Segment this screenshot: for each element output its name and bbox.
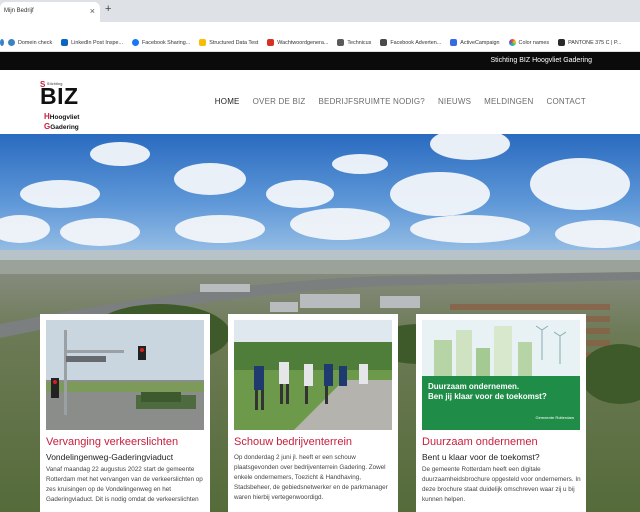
- bookmark-item[interactable]: Facebook Adverten...: [380, 39, 441, 46]
- nav-nieuws[interactable]: NIEUWS: [438, 97, 471, 106]
- new-tab-icon[interactable]: +: [105, 3, 111, 15]
- password-icon: [267, 39, 275, 46]
- bookmark-item[interactable]: Structured Data Test: [199, 39, 258, 46]
- bookmark-item[interactable]: Domein check: [8, 39, 52, 46]
- card-body: De gemeente Rotterdam heeft een digitale…: [422, 466, 581, 503]
- nav-contact[interactable]: CONTACT: [547, 97, 586, 106]
- card-image-traffic-lights[interactable]: [46, 320, 204, 430]
- bookmarks-overflow-icon[interactable]: [0, 39, 4, 46]
- bookmark-item[interactable]: Color names: [508, 39, 549, 46]
- main-nav: HOME OVER DE BIZ BEDRIJFSRUIMTE NODIG? N…: [215, 97, 586, 106]
- site-logo[interactable]: S Stichting BIZ HHoogvliet GGadering: [38, 75, 98, 133]
- card-body: Op donderdag 2 juni jl. heeft er een sch…: [234, 454, 388, 501]
- globe-icon: [8, 39, 15, 46]
- color-names-icon: [508, 39, 516, 46]
- facebook-ads-icon: [380, 39, 388, 46]
- nav-home[interactable]: HOME: [215, 97, 240, 106]
- card-subtitle: Bent u klaar voor de toekomst?: [422, 452, 540, 462]
- linkedin-icon: [61, 39, 69, 46]
- card-title[interactable]: Vervanging verkeerslichten: [46, 436, 178, 448]
- browser-tab[interactable]: Mijn Bedrijf ×: [0, 2, 100, 22]
- bookmark-item[interactable]: Technicus: [337, 39, 371, 46]
- news-card[interactable]: Schouw bedrijventerrein Op donderdag 2 j…: [228, 314, 398, 512]
- nav-meldingen[interactable]: MELDINGEN: [484, 97, 533, 106]
- logo-line-hoogvliet: HHoogvliet: [44, 112, 80, 121]
- close-tab-icon[interactable]: ×: [90, 6, 95, 16]
- card-body: Vanaf maandag 22 augustus 2022 start de …: [46, 466, 203, 503]
- logo-line-gadering: GGadering: [44, 122, 79, 131]
- bookmark-item[interactable]: LinkedIn Post Inspe...: [61, 39, 123, 46]
- pantone-icon: [558, 39, 566, 46]
- top-bar: Stichting BIZ Hoogvliet Gadering: [0, 52, 640, 70]
- news-card[interactable]: Duurzaam ondernemen. Ben jij klaar voor …: [416, 314, 586, 512]
- technicus-icon: [337, 39, 345, 46]
- banner-text: Duurzaam ondernemen. Ben jij klaar voor …: [428, 382, 547, 401]
- address-bar-area: [0, 22, 640, 34]
- bookmarks-bar: Domein check LinkedIn Post Inspe... Face…: [0, 34, 640, 52]
- nav-over-de-biz[interactable]: OVER DE BIZ: [253, 97, 306, 106]
- structured-data-icon: [199, 39, 207, 46]
- facebook-icon: [132, 39, 139, 46]
- top-bar-text: Stichting BIZ Hoogvliet Gadering: [490, 57, 592, 64]
- card-title[interactable]: Schouw bedrijventerrein: [234, 436, 352, 448]
- tab-title: Mijn Bedrijf: [4, 8, 34, 14]
- card-image-inspection[interactable]: [234, 320, 392, 430]
- card-title[interactable]: Duurzaam ondernemen: [422, 436, 538, 448]
- rotterdam-logo: Gemeente Rotterdam: [535, 415, 574, 420]
- nav-bedrijfsruimte[interactable]: BEDRIJFSRUIMTE NODIG?: [319, 97, 425, 106]
- activecampaign-icon: [450, 39, 458, 46]
- browser-tab-bar: Mijn Bedrijf × +: [0, 0, 640, 22]
- site-header: S Stichting BIZ HHoogvliet GGadering HOM…: [0, 70, 640, 134]
- bookmark-item[interactable]: ActiveCampaign: [450, 39, 500, 46]
- news-card[interactable]: Vervanging verkeerslichten Vondelingenwe…: [40, 314, 210, 512]
- card-subtitle: Vondelingenweg-Gaderingviaduct: [46, 452, 174, 462]
- card-image-sustainability[interactable]: Duurzaam ondernemen. Ben jij klaar voor …: [422, 320, 580, 430]
- bookmark-item[interactable]: Wachtwoordgenera...: [267, 39, 328, 46]
- bookmark-item[interactable]: PANTONE 375 C | P...: [558, 39, 621, 46]
- logo-biz: BIZ: [40, 83, 79, 109]
- bookmark-item[interactable]: Facebook Sharing...: [132, 39, 190, 46]
